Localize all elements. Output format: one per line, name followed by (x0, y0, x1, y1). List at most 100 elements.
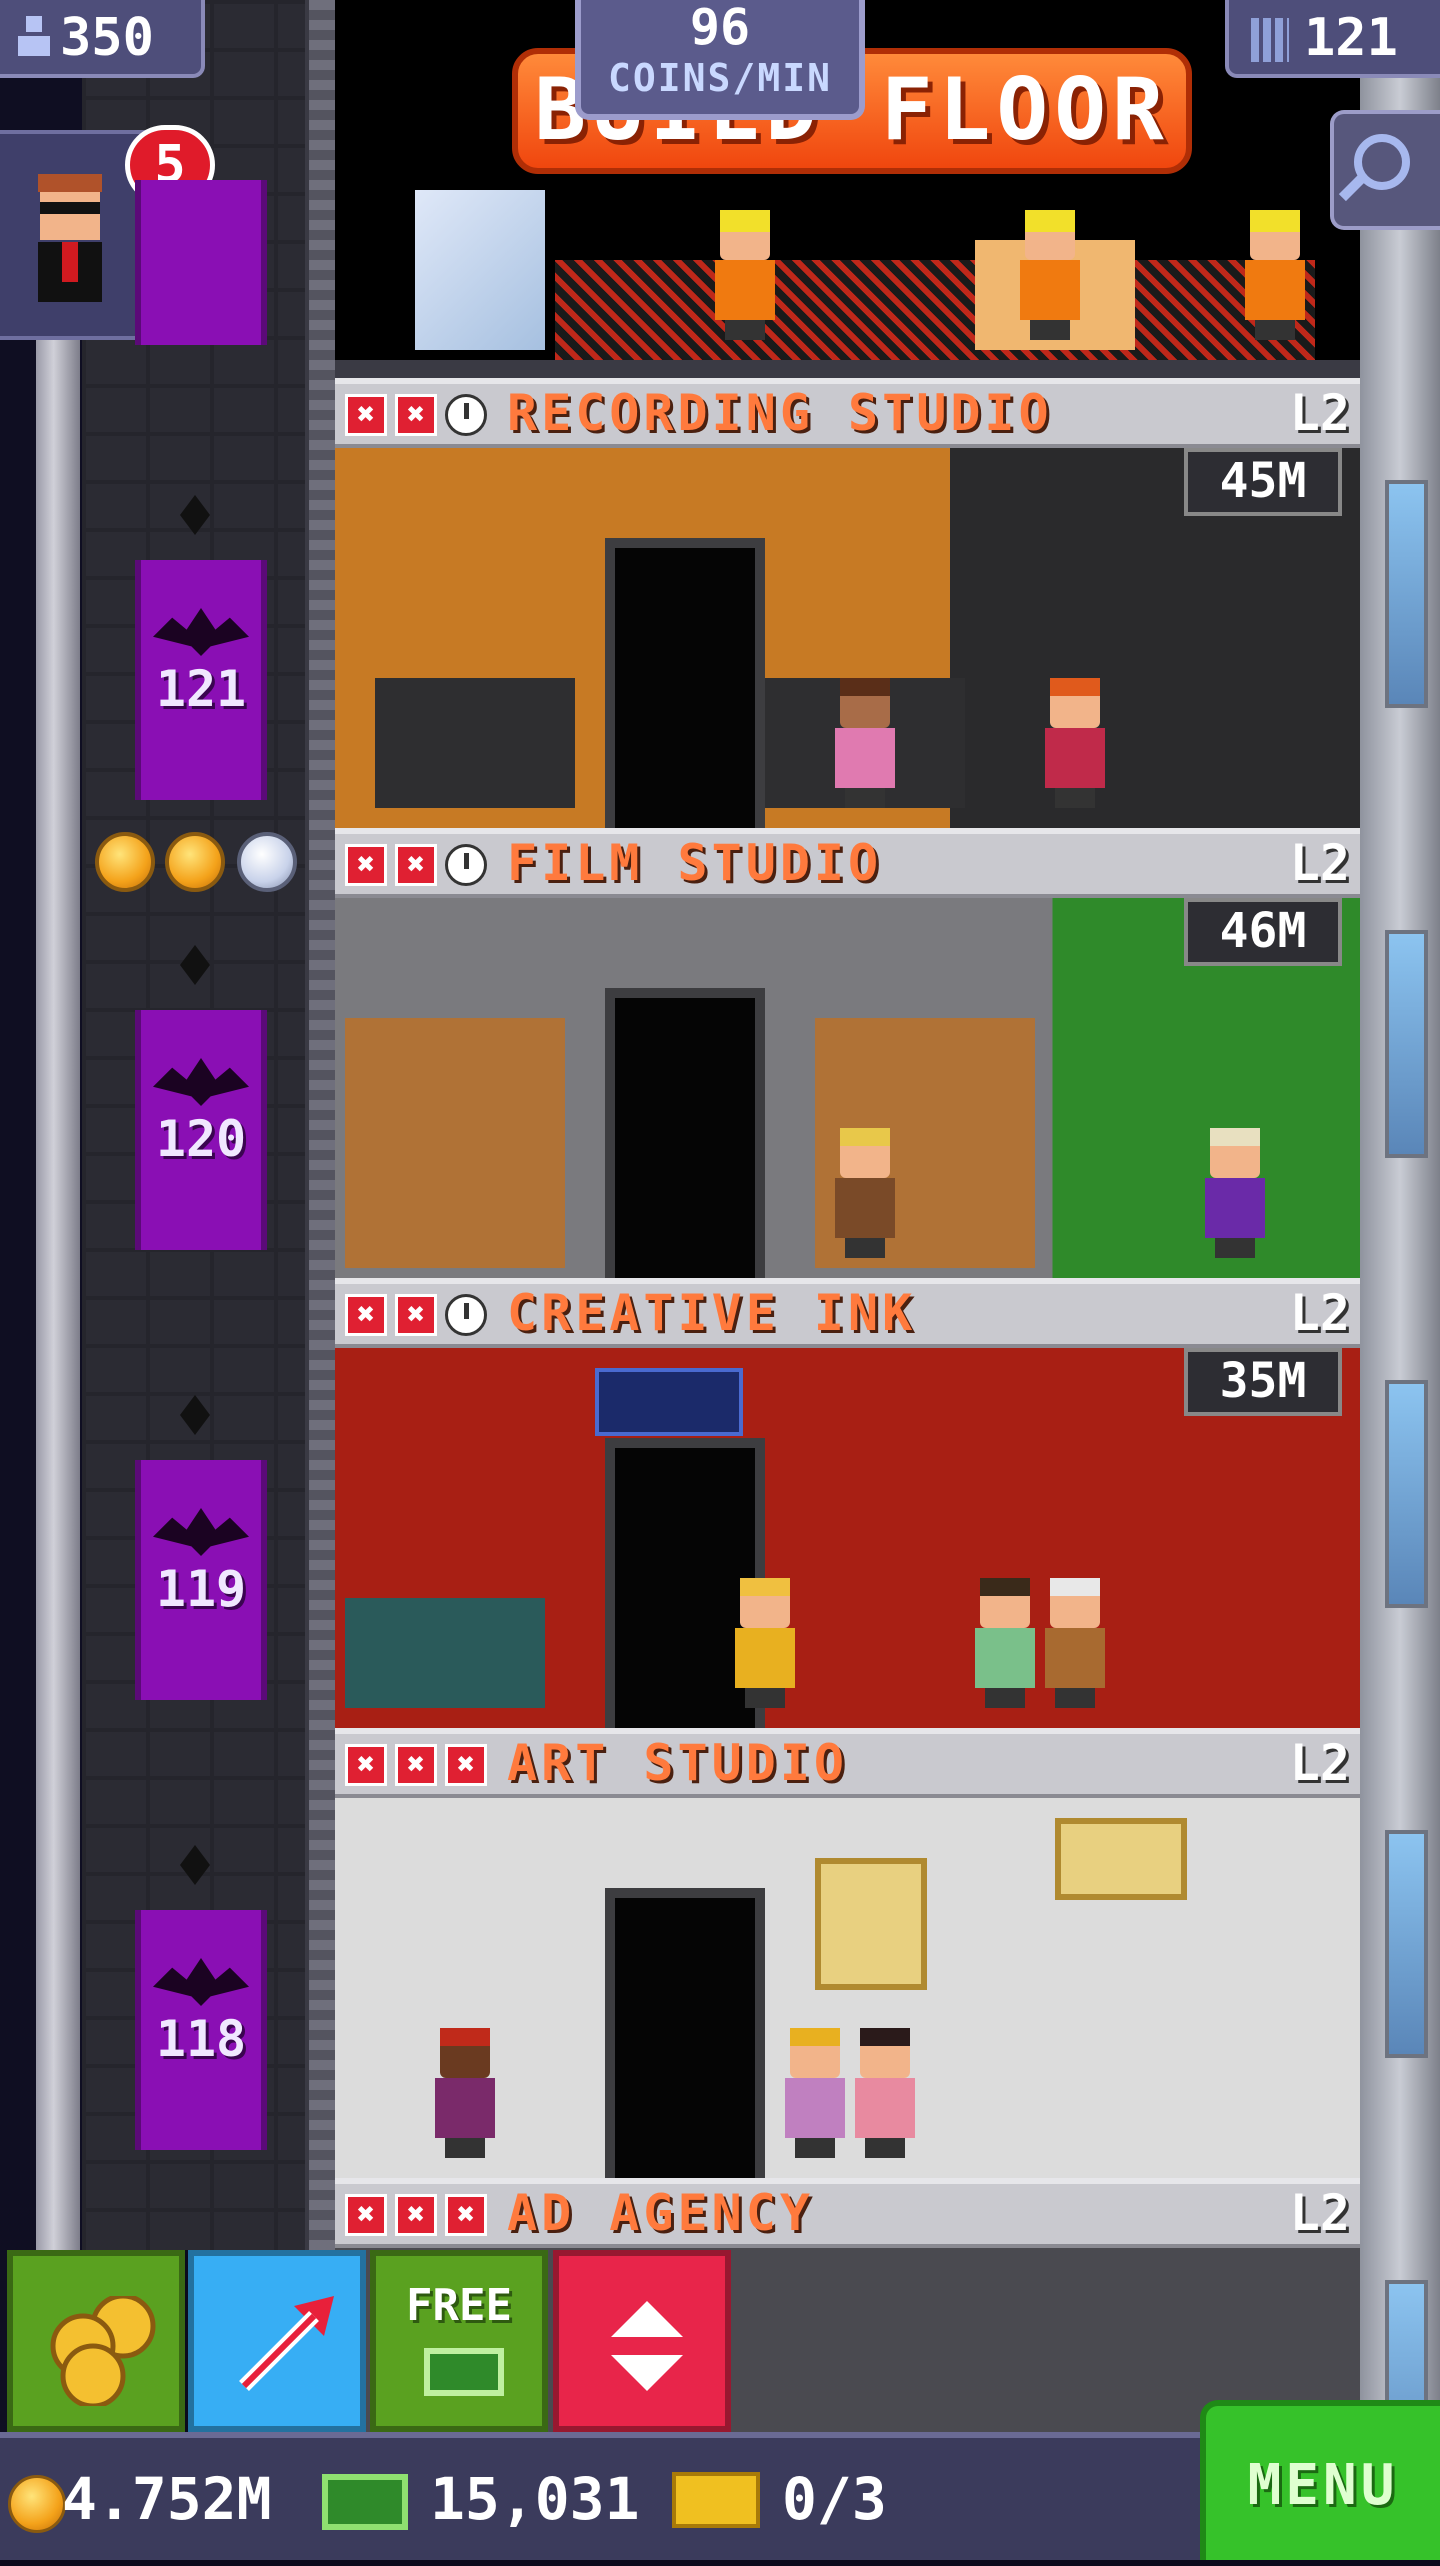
mixing-console (375, 678, 575, 808)
clock-icon (445, 394, 487, 436)
elevator-button[interactable] (553, 2250, 731, 2432)
coins-per-minute-value: 96 (689, 0, 751, 56)
population-value: 350 (60, 8, 154, 68)
side-window (1385, 1830, 1428, 2058)
x-icon: ✖ (395, 394, 437, 436)
floor-room[interactable] (335, 1798, 1360, 2180)
elevator-car[interactable] (135, 180, 267, 345)
painting (1055, 1818, 1187, 1900)
elevator-door (605, 988, 765, 1280)
x-icon: ✖ (395, 2194, 437, 2236)
x-icon: ✖ (445, 1744, 487, 1786)
floor-status-icons: ✖ ✖ (345, 394, 487, 436)
bitizen (1045, 1578, 1105, 1708)
side-window (1385, 480, 1428, 708)
bitizen (975, 1578, 1035, 1708)
x-icon: ✖ (445, 2194, 487, 2236)
elevator-car[interactable]: 119 (135, 1460, 267, 1700)
bat-icon (153, 1508, 249, 1556)
x-icon: ✖ (345, 2194, 387, 2236)
floor-level: L2 (1289, 1284, 1350, 1342)
rocket-icon (239, 2296, 334, 2391)
population-counter[interactable]: 350 (0, 0, 205, 78)
side-window (1385, 1380, 1428, 1608)
floor-count-panel[interactable]: 121 (1225, 0, 1440, 78)
elevator-floor-number: 120 (155, 1110, 247, 1168)
floor-name: RECORDING STUDIO (507, 384, 1053, 442)
x-icon: ✖ (395, 1294, 437, 1336)
bitizen (855, 2028, 915, 2158)
floor-level: L2 (1289, 2184, 1350, 2242)
elevator-door (605, 538, 765, 830)
bat-icon (153, 1058, 249, 1106)
clock-icon (445, 844, 487, 886)
floor-status-icons: ✖ ✖ (345, 1294, 487, 1336)
coins-value: 4.752M (62, 2465, 272, 2533)
floor-header[interactable]: ✖ ✖ ✖ AD AGENCY L2 (335, 2178, 1360, 2250)
bitizen (1205, 1128, 1265, 1258)
ink-sign (595, 1368, 743, 1436)
ticket-icon (672, 2472, 760, 2528)
vip-hair (38, 174, 102, 192)
rocket-button[interactable] (188, 2250, 366, 2432)
free-label: FREE (406, 2280, 512, 2331)
bitizen (735, 1578, 795, 1708)
floor-status-icons: ✖ ✖ (345, 844, 487, 886)
magnifier-icon (1354, 134, 1410, 190)
painting (815, 1858, 927, 1990)
floor-level: L2 (1289, 1734, 1350, 1792)
coin-icon (8, 2475, 66, 2533)
construction-worker (1020, 210, 1080, 340)
clock-icon (445, 1294, 487, 1336)
floor-status-icons: ✖ ✖ ✖ (345, 1744, 487, 1786)
x-icon: ✖ (345, 1744, 387, 1786)
elevator-floor-number: 118 (155, 2010, 247, 2068)
floor-header[interactable]: ✖ ✖ CREATIVE INK L2 (335, 1278, 1360, 1350)
glass-panels (415, 190, 545, 350)
bat-icon (153, 1958, 249, 2006)
side-window (1385, 930, 1428, 1158)
x-icon: ✖ (395, 844, 437, 886)
construction-worker (715, 210, 775, 340)
menu-label: MENU (1247, 2453, 1399, 2518)
floor-header[interactable]: ✖ ✖ RECORDING STUDIO L2 (335, 378, 1360, 450)
bitizen (1045, 678, 1105, 808)
free-bux-button[interactable]: FREE (370, 2250, 548, 2432)
tickets-value: 0/3 (782, 2465, 887, 2533)
floor-room[interactable]: 46M (335, 898, 1360, 1280)
coins-shop-button[interactable] (7, 2250, 185, 2432)
display-counter (345, 1598, 545, 1708)
floor-room[interactable]: 45M (335, 448, 1360, 830)
floor-status-icons: ✖ ✖ ✖ (345, 2194, 487, 2236)
wardrobe (345, 1018, 565, 1268)
construction-worker (1245, 210, 1305, 340)
floor-room[interactable]: 35M (335, 1348, 1360, 1730)
elevator-car[interactable]: 121 (135, 560, 267, 800)
bitizen (435, 2028, 495, 2158)
elevator-car[interactable]: 120 (135, 1010, 267, 1250)
gold-star-icon (95, 832, 155, 892)
bitizen (835, 678, 895, 808)
x-icon: ✖ (345, 1294, 387, 1336)
floor-name: AD AGENCY (507, 2184, 814, 2242)
restock-timer: 46M (1184, 898, 1342, 966)
person-icon (18, 16, 50, 56)
bat-icon (153, 608, 249, 656)
floor-header[interactable]: ✖ ✖ FILM STUDIO L2 (335, 828, 1360, 900)
floor-name: CREATIVE INK (507, 1284, 917, 1342)
elevator-car[interactable]: 118 (135, 1910, 267, 2150)
bux-icon (322, 2474, 408, 2530)
floor-count-value: 121 (1304, 8, 1398, 68)
bux-value: 15,031 (430, 2465, 640, 2533)
search-button[interactable] (1330, 110, 1440, 230)
floor-level: L2 (1289, 834, 1350, 892)
floor-header[interactable]: ✖ ✖ ✖ ART STUDIO L2 (335, 1728, 1360, 1800)
floor-name: FILM STUDIO (507, 834, 883, 892)
elevator-floor-number: 121 (155, 660, 247, 718)
coins-icon (50, 2296, 156, 2406)
gold-star-icon (165, 832, 225, 892)
menu-button[interactable]: MENU (1200, 2400, 1440, 2560)
elevator-floor-number: 119 (155, 1560, 247, 1618)
x-icon: ✖ (395, 1744, 437, 1786)
coins-per-minute-panel: 96 COINS/MIN (575, 0, 865, 120)
